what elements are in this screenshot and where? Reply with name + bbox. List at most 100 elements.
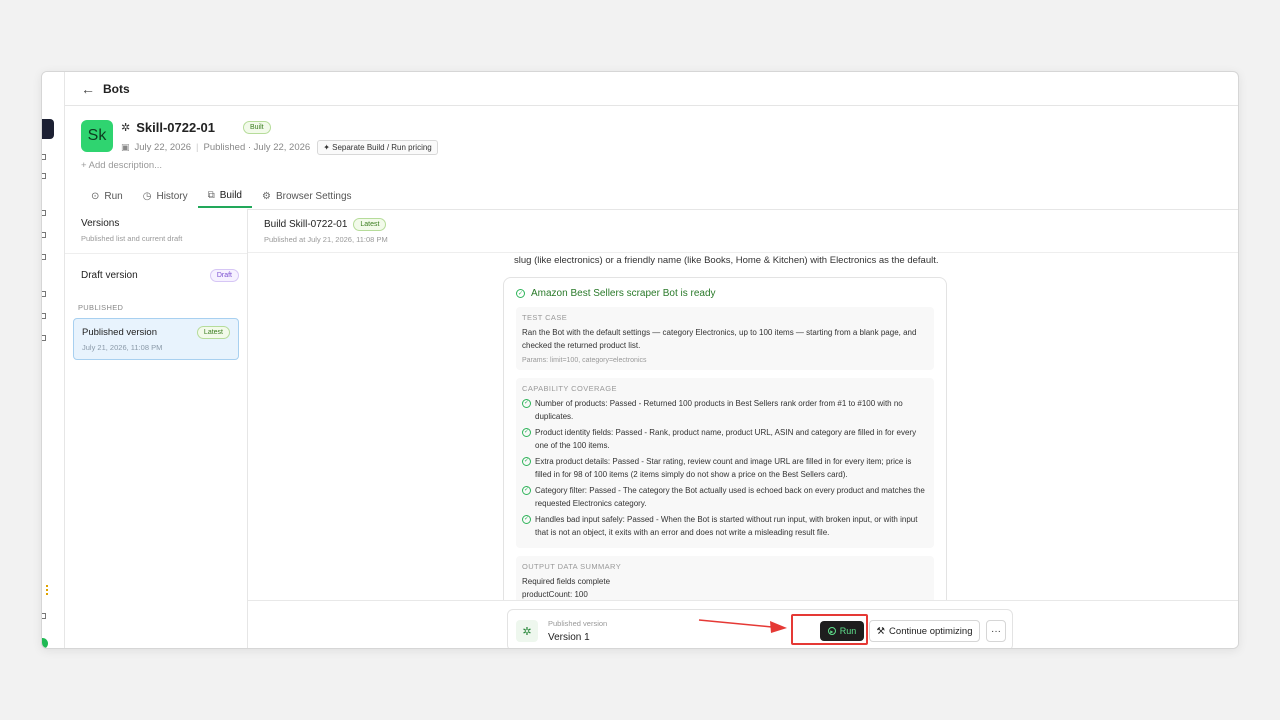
- test-case-params: Params: limit=100, category=electronics: [522, 357, 647, 364]
- more-options-button[interactable]: ···: [986, 620, 1006, 642]
- skill-avatar: Sk: [81, 120, 113, 152]
- check-circle-icon: ✓: [522, 457, 531, 466]
- capability-text: Number of products: Passed - Returned 10…: [535, 399, 903, 421]
- skill-sparkle-icon: ✲: [121, 122, 131, 134]
- section-heading: CAPABILITY COVERAGE: [522, 384, 617, 393]
- versions-sidebar: Versions Published list and current draf…: [65, 209, 248, 648]
- test-case-section: TEST CASE Ran the Bot with the default s…: [516, 307, 934, 370]
- created-date: July 22, 2026: [134, 142, 192, 153]
- published-date: Published · July 22, 2026: [203, 142, 311, 153]
- capability-text: Handles bad input safely: Passed - When …: [535, 515, 918, 537]
- tab-browser-settings[interactable]: ⚙ Browser Settings: [252, 184, 362, 208]
- capability-text: Category filter: Passed - The category t…: [535, 486, 925, 508]
- check-circle-icon: ✓: [522, 486, 531, 495]
- published-version-date: July 21, 2026, 11:08 PM: [82, 343, 163, 352]
- version-bar: ✲ Published version Version 1 ▶ Run ⚒ Co…: [507, 609, 1013, 648]
- meta-divider: |: [196, 142, 199, 153]
- version-bar-label: Published version: [548, 619, 608, 628]
- section-heading: OUTPUT DATA SUMMARY: [522, 562, 622, 571]
- tab-label: Run: [104, 190, 123, 202]
- published-heading: PUBLISHED: [78, 303, 124, 312]
- build-icon: ⧉: [207, 189, 215, 201]
- capability-text: Product identity fields: Passed - Rank, …: [535, 428, 917, 450]
- capability-text: Extra product details: Passed - Star rat…: [535, 457, 912, 479]
- list-item: ✓ Category filter: Passed - The category…: [522, 484, 928, 510]
- nav-icon[interactable]: [42, 210, 46, 216]
- version-footer: ✲ Published version Version 1 ▶ Run ⚒ Co…: [248, 600, 1238, 648]
- test-case-text: Ran the Bot with the default settings — …: [522, 328, 917, 350]
- tab-bar: ⊙ Run ◷ History ⧉ Build ⚙ Browser Settin…: [81, 184, 362, 208]
- nav-icon[interactable]: [42, 335, 46, 341]
- chat-message-text: slug (like electronics) or a friendly na…: [514, 255, 939, 266]
- list-item: ✓ Extra product details: Passed - Star r…: [522, 455, 928, 481]
- wrench-icon: ⚒: [876, 625, 886, 637]
- left-nav-strip: [42, 72, 65, 648]
- nav-icon[interactable]: [42, 154, 46, 160]
- capability-section: CAPABILITY COVERAGE ✓ Number of products…: [516, 378, 934, 548]
- tab-build[interactable]: ⧉ Build: [197, 184, 252, 208]
- status-dot-icon: [42, 638, 48, 648]
- list-item: ✓ Handles bad input safely: Passed - Whe…: [522, 513, 928, 539]
- sidebar-title: Versions: [81, 218, 120, 229]
- build-chat[interactable]: slug (like electronics) or a friendly na…: [248, 253, 1238, 600]
- continue-optimizing-button[interactable]: ⚒ Continue optimizing: [869, 620, 980, 642]
- list-item: ✓ Product identity fields: Passed - Rank…: [522, 426, 928, 452]
- skill-sparkle-icon: ✲: [516, 620, 538, 642]
- skill-header: Sk ✲ Skill-0722-01 Built ▣ July 22, 2026…: [81, 120, 1238, 176]
- build-title: Build Skill-0722-01: [264, 219, 348, 230]
- pricing-badge[interactable]: ✦ Separate Build / Run pricing: [317, 140, 438, 155]
- draft-version-item[interactable]: Draft version Draft: [81, 269, 239, 282]
- clock-icon: ◷: [142, 190, 152, 202]
- tab-label: Build: [219, 189, 242, 201]
- nav-dots-icon[interactable]: [42, 585, 48, 595]
- published-version-item[interactable]: Published version Latest July 21, 2026, …: [73, 318, 239, 360]
- build-panel: Build Skill-0722-01 Latest Published at …: [248, 209, 1238, 648]
- status-badge: Built: [243, 121, 271, 134]
- check-circle-icon: ✓: [516, 289, 525, 298]
- more-icon: ···: [991, 625, 1001, 637]
- sidebar-subtitle: Published list and current draft: [81, 234, 183, 243]
- tab-label: History: [156, 190, 188, 202]
- report-title: Amazon Best Sellers scraper Bot is ready: [531, 288, 716, 299]
- nav-icon[interactable]: [42, 613, 46, 619]
- play-icon: ▶: [827, 627, 836, 635]
- pricing-label: Separate Build / Run pricing: [332, 143, 432, 152]
- calendar-icon: ▣: [121, 142, 130, 152]
- topbar: ← Bots: [65, 72, 1238, 106]
- published-version-name: Published version: [82, 327, 157, 338]
- back-arrow-icon[interactable]: ←: [81, 81, 95, 97]
- output-line: Required fields complete: [522, 577, 611, 586]
- tab-run[interactable]: ⊙ Run: [81, 184, 133, 208]
- section-heading: TEST CASE: [522, 313, 568, 322]
- nav-icon[interactable]: [42, 313, 46, 319]
- tab-label: Browser Settings: [275, 190, 352, 202]
- nav-icon[interactable]: [42, 173, 46, 179]
- nav-icon[interactable]: [42, 291, 46, 297]
- app-window: ← Bots Sk ✲ Skill-0722-01 Built ▣ July 2…: [41, 71, 1239, 649]
- play-circle-icon: ⊙: [91, 190, 100, 202]
- check-circle-icon: ✓: [522, 515, 531, 524]
- list-item: ✓ Number of products: Passed - Returned …: [522, 397, 928, 423]
- continue-label: Continue optimizing: [889, 625, 973, 637]
- sidebar-divider: [65, 253, 247, 254]
- output-line: productCount: 100: [522, 590, 588, 599]
- run-label: Run: [839, 626, 857, 636]
- tab-history[interactable]: ◷ History: [133, 184, 198, 208]
- gear-icon: ⚙: [262, 190, 271, 202]
- add-description-link[interactable]: + Add description...: [81, 160, 162, 171]
- nav-icon[interactable]: [42, 232, 46, 238]
- page-title: Skill-0722-01: [136, 120, 215, 135]
- nav-icon[interactable]: [42, 254, 46, 260]
- draft-badge: Draft: [209, 269, 239, 282]
- run-button[interactable]: ▶ Run: [820, 621, 864, 641]
- version-name: Version 1: [548, 632, 590, 643]
- check-circle-icon: ✓: [522, 428, 531, 437]
- report-card: ✓ Amazon Best Sellers scraper Bot is rea…: [503, 277, 947, 600]
- check-circle-icon: ✓: [522, 399, 531, 408]
- build-subtitle: Published at July 21, 2026, 11:08 PM: [264, 235, 388, 244]
- latest-badge: Latest: [353, 218, 387, 231]
- back-link[interactable]: Bots: [103, 82, 130, 96]
- draft-version-label: Draft version: [81, 270, 138, 281]
- nav-active-indicator[interactable]: [42, 119, 54, 139]
- latest-badge: Latest: [196, 326, 230, 339]
